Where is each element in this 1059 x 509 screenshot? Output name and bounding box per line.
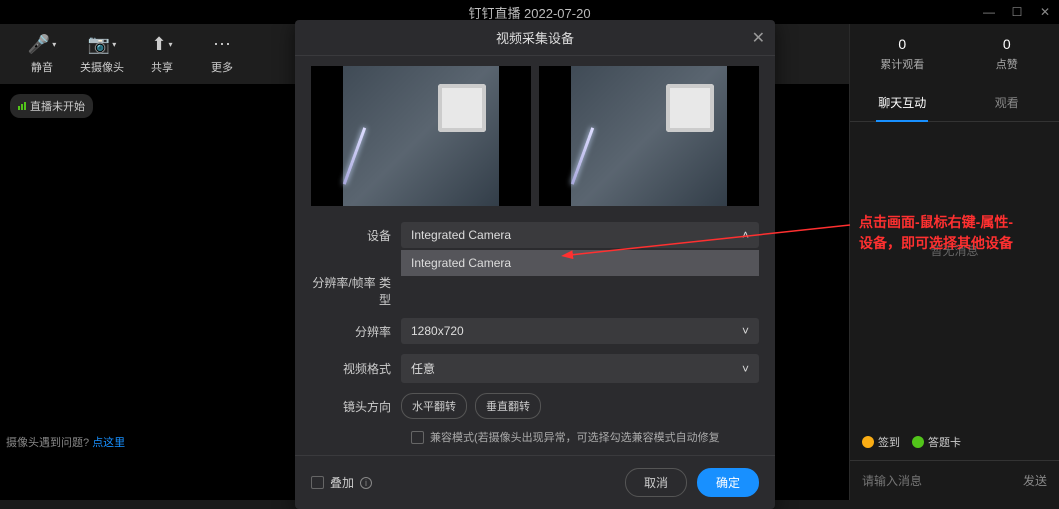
device-option[interactable]: Integrated Camera: [401, 250, 759, 276]
camera-button[interactable]: 📷▾ 关摄像头: [72, 33, 132, 75]
flip-row: 镜头方向 水平翻转 垂直翻转: [311, 393, 759, 419]
chevron-down-icon: ˅: [742, 324, 749, 338]
overlay-label: 叠加: [330, 474, 354, 491]
signal-icon: [18, 102, 26, 110]
preview-row: [311, 66, 759, 206]
modal-body: 设备 Integrated Camera ˄ Integrated Camera…: [295, 56, 775, 455]
res-type-label: 分辨率/帧率 类型: [311, 274, 401, 308]
modal-title: 视频采集设备: [496, 28, 574, 47]
dot-icon: [862, 436, 874, 448]
dot-icon: [912, 436, 924, 448]
live-status-text: 直播未开始: [30, 98, 85, 114]
likes-label: 点赞: [955, 56, 1059, 72]
flip-horizontal-button[interactable]: 水平翻转: [401, 393, 467, 419]
flip-label: 镜头方向: [311, 398, 401, 415]
overlay-checkbox[interactable]: [311, 476, 324, 489]
microphone-icon: 🎤▾: [28, 33, 56, 55]
camera-preview-right[interactable]: [539, 66, 759, 206]
overlay-option: 叠加 i: [311, 474, 372, 491]
cancel-button[interactable]: 取消: [625, 468, 687, 497]
mute-label: 静音: [31, 59, 53, 75]
right-tabs: 聊天互动 观看: [850, 84, 1059, 122]
chevron-up-icon: ˄: [742, 228, 749, 242]
live-status-chip: 直播未开始: [10, 94, 93, 118]
info-icon[interactable]: i: [360, 477, 372, 489]
share-button[interactable]: ⬆▾ 共享: [132, 33, 192, 75]
camera-hint-link[interactable]: 点这里: [92, 437, 125, 449]
modal-footer: 叠加 i 取消 确定: [295, 455, 775, 509]
window-controls: — ☐ ✕: [975, 0, 1059, 24]
chat-input[interactable]: [862, 474, 1023, 488]
send-button[interactable]: 发送: [1023, 472, 1047, 489]
camera-icon: 📷▾: [88, 33, 116, 55]
resolution-row: 分辨率 1280x720 ˅: [311, 318, 759, 344]
answer-badge[interactable]: 答题卡: [912, 434, 961, 450]
viewers-stat: 0 累计观看: [850, 36, 955, 72]
signin-badge[interactable]: 签到: [862, 434, 900, 450]
minimize-button[interactable]: —: [975, 0, 1003, 24]
ok-button[interactable]: 确定: [697, 468, 759, 497]
more-button[interactable]: ⋯ 更多: [192, 33, 252, 75]
video-capture-modal: 视频采集设备 ✕ 设备 Integrated Camera ˄ Integrat…: [295, 20, 775, 509]
right-panel: 0 累计观看 0 点赞 聊天互动 观看 暂无消息 签到 答题卡 发送: [849, 24, 1059, 500]
share-label: 共享: [151, 59, 173, 75]
device-label: 设备: [311, 227, 401, 244]
more-icon: ⋯: [213, 33, 231, 55]
window-title: 钉钉直播 2022-07-20: [468, 3, 590, 22]
format-label: 视频格式: [311, 360, 401, 377]
resolution-value: 1280x720: [411, 324, 464, 338]
stats-row: 0 累计观看 0 点赞: [850, 24, 1059, 84]
compat-checkbox[interactable]: [411, 431, 424, 444]
format-select[interactable]: 任意 ˅: [401, 354, 759, 383]
mute-button[interactable]: 🎤▾ 静音: [12, 33, 72, 75]
format-row: 视频格式 任意 ˅: [311, 354, 759, 383]
tab-chat[interactable]: 聊天互动: [850, 84, 955, 121]
compat-text: 兼容模式(若摄像头出现异常，可选择勾选兼容模式自动修复: [430, 429, 720, 445]
close-button[interactable]: ✕: [1031, 0, 1059, 24]
chevron-down-icon: ˅: [742, 362, 749, 376]
flip-vertical-button[interactable]: 垂直翻转: [475, 393, 541, 419]
viewers-count: 0: [850, 36, 955, 52]
badges-row: 签到 答题卡: [862, 434, 961, 450]
resolution-label: 分辨率: [311, 323, 401, 340]
annotation-text: 点击画面-鼠标右键-属性- 设备，即可选择其他设备: [859, 212, 1049, 254]
compat-row: 兼容模式(若摄像头出现异常，可选择勾选兼容模式自动修复: [311, 429, 759, 445]
device-row: 设备 Integrated Camera ˄ Integrated Camera: [311, 222, 759, 248]
res-type-row: 分辨率/帧率 类型 —˅: [311, 274, 759, 308]
camera-preview-left[interactable]: [311, 66, 531, 206]
share-icon: ⬆▾: [151, 33, 172, 55]
likes-count: 0: [955, 36, 1059, 52]
camera-label: 关摄像头: [80, 59, 124, 75]
maximize-button[interactable]: ☐: [1003, 0, 1031, 24]
tab-viewers[interactable]: 观看: [955, 84, 1059, 121]
more-label: 更多: [211, 59, 233, 75]
modal-header: 视频采集设备 ✕: [295, 20, 775, 56]
format-value: 任意: [411, 360, 435, 377]
modal-close-button[interactable]: ✕: [752, 28, 765, 48]
chat-input-bar: 发送: [850, 460, 1059, 500]
viewers-label: 累计观看: [850, 56, 955, 72]
resolution-select[interactable]: 1280x720 ˅: [401, 318, 759, 344]
device-select[interactable]: Integrated Camera ˄: [401, 222, 759, 248]
device-value: Integrated Camera: [411, 228, 511, 242]
device-dropdown: Integrated Camera: [401, 250, 759, 276]
camera-hint: 摄像头遇到问题? 点这里: [6, 434, 125, 450]
likes-stat: 0 点赞: [955, 36, 1059, 72]
